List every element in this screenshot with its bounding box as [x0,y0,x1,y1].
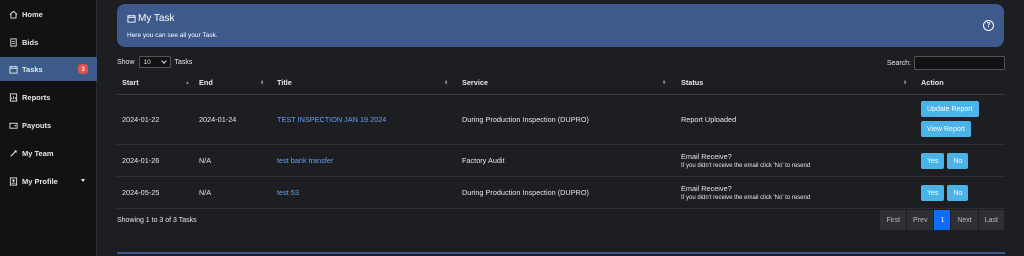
sort-icon: ⬍ [260,80,265,86]
sidebar-item-reports[interactable]: Reports [0,85,97,109]
cell-service: Factory Audit [457,144,676,177]
cell-status: Email Receive? If you didn't receive the… [676,176,916,209]
chevron-down-icon [160,58,167,64]
table-row: 2024-05-25 N/A test 53 During Production… [117,176,1005,209]
sidebar-item-label: Payouts [22,120,52,130]
sidebar-item-payouts[interactable]: Payouts [0,113,97,137]
yes-button[interactable]: Yes [921,185,945,201]
document-icon [8,37,18,47]
table-info-text: Showing 1 to 3 of 3 Tasks [117,217,197,224]
sort-ascending-icon: ▲ [185,80,190,86]
sidebar-item-label: My Team [22,148,54,158]
pagination-last-button[interactable]: Last [978,210,1005,230]
sidebar-item-label: Tasks [22,64,43,74]
wallet-icon [8,120,18,130]
column-header-start[interactable]: Start ▲ [117,72,194,95]
home-icon [8,9,18,19]
cell-status: Email Receive? If you didn't receive the… [676,144,916,177]
status-question: Email Receive? [681,183,732,193]
tasks-table: Start ▲ End ⬍ Title ⬍ Service ⬍ Status ⬍ Acti… [117,72,1005,209]
task-title-link[interactable]: TEST INSPECTION JAN 19 2024 [277,115,386,124]
table-header-row: Start ▲ End ⬍ Title ⬍ Service ⬍ Status ⬍ Acti… [117,72,1005,95]
cell-status: Report Uploaded [676,94,916,145]
sidebar-item-label: Reports [22,92,51,102]
pagination-prev-button[interactable]: Prev [907,210,935,230]
section-divider [117,252,1005,254]
table-row: 2024-01-22 2024-01-24 TEST INSPECTION JA… [117,94,1005,145]
status-note: If you didn't receive the email click 'N… [681,162,811,169]
sidebar-item-label: Home [22,9,43,19]
team-icon [8,148,18,158]
cell-start: 2024-05-25 [117,176,194,209]
cell-end: N/A [194,176,272,209]
cell-action: Update Report View Report [916,94,1005,145]
cell-action: Yes No [916,144,1005,177]
report-icon [8,92,18,102]
main-content: My Task Here you can see all your Task. … [97,0,1024,256]
column-header-title[interactable]: Title ⬍ [272,72,457,95]
sort-icon: ⬍ [903,80,908,86]
cell-service: During Production Inspection (DUPRO) [457,94,676,145]
page-title: My Task [138,13,175,24]
entries-control: Show 10 Tasks [117,56,192,68]
calendar-check-icon [127,14,136,23]
column-header-service[interactable]: Service ⬍ [457,72,676,95]
view-report-button[interactable]: View Report [921,121,972,137]
page-title-row: My Task [127,13,175,24]
sidebar: Home Bids Tasks 3 Reports Payouts My Tea… [0,0,97,256]
profile-icon [8,176,18,186]
sidebar-item-label: Bids [22,37,39,47]
show-label: Show [117,58,135,66]
task-title-link[interactable]: test bank transfer [277,156,333,165]
sidebar-item-tasks[interactable]: Tasks 3 [0,57,97,81]
sort-icon: ⬍ [444,80,449,86]
tasks-count-badge: 3 [78,64,88,74]
chevron-down-icon [81,179,85,182]
table-row: 2024-01-26 N/A test bank transfer Factor… [117,144,1005,177]
sidebar-item-my-team[interactable]: My Team [0,141,97,165]
page-subtitle: Here you can see all your Task. [127,32,218,39]
pagination-first-button[interactable]: First [880,210,908,230]
calendar-icon [8,64,18,74]
cell-end: N/A [194,144,272,177]
status-note: If you didn't receive the email click 'N… [681,194,811,201]
pagination-page-1[interactable]: 1 [934,210,952,230]
sidebar-item-home[interactable]: Home [0,2,97,26]
no-button[interactable]: No [947,153,969,169]
column-header-status[interactable]: Status ⬍ [676,72,916,95]
no-button[interactable]: No [947,185,969,201]
entries-select[interactable]: 10 [138,56,171,68]
search-input[interactable] [914,56,1005,70]
cell-end: 2024-01-24 [194,94,272,145]
search-control: Search: [887,56,1005,70]
update-report-button[interactable]: Update Report [921,101,979,117]
cell-start: 2024-01-22 [117,94,194,145]
pagination-next-button[interactable]: Next [951,210,979,230]
sidebar-item-my-profile[interactable]: My Profile [0,169,97,193]
column-header-action: Action [916,72,1005,95]
entries-value: 10 [143,58,151,66]
status-question: Email Receive? [681,151,732,161]
cell-service: During Production Inspection (DUPRO) [457,176,676,209]
pagination: First Prev 1 Next Last [880,210,1005,230]
cell-title: test 53 [272,176,457,209]
search-label: Search: [886,59,911,67]
cell-title: test bank transfer [272,144,457,177]
cell-start: 2024-01-26 [117,144,194,177]
column-header-end[interactable]: End ⬍ [194,72,272,95]
sidebar-item-bids[interactable]: Bids [0,30,97,54]
cell-title: TEST INSPECTION JAN 19 2024 [272,94,457,145]
task-title-link[interactable]: test 53 [277,188,299,197]
yes-button[interactable]: Yes [921,153,945,169]
entries-suffix: Tasks [174,58,193,66]
question-circle-icon[interactable]: ? [983,20,994,31]
sidebar-item-label: My Profile [22,176,58,186]
page-header-card: My Task Here you can see all your Task. … [117,4,1004,47]
sort-icon: ⬍ [662,80,667,86]
cell-action: Yes No [916,176,1005,209]
